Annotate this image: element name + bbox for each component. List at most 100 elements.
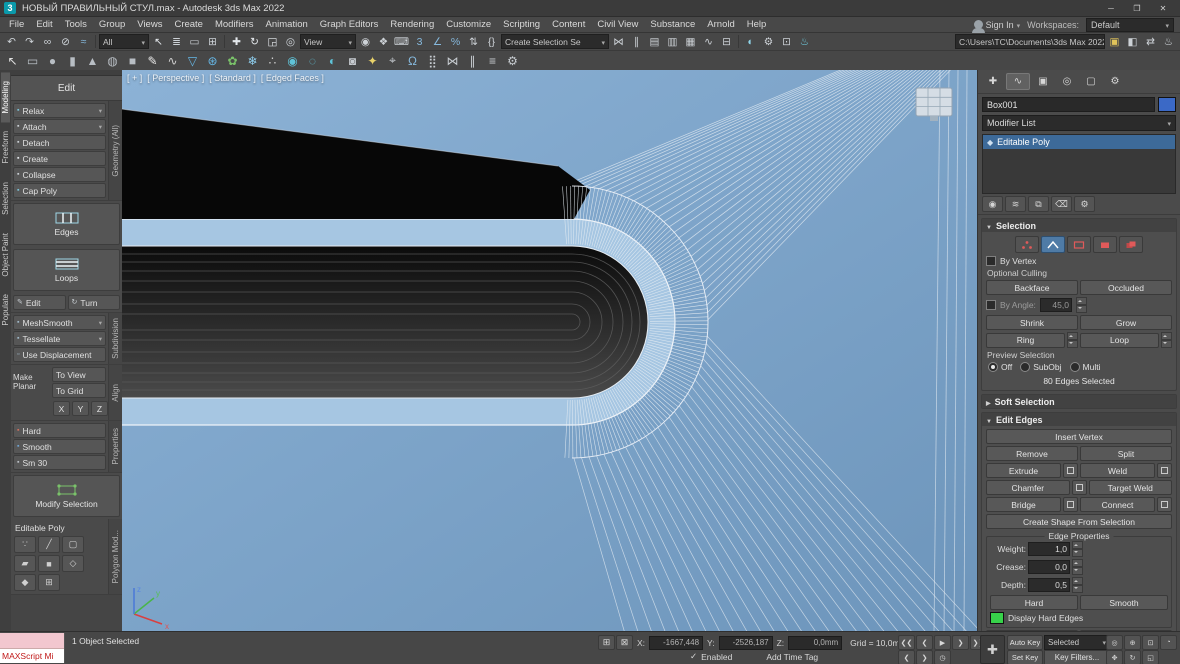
cone-primitive-icon[interactable]: ▲ [83, 52, 102, 69]
reference-coordinate-dropdown[interactable]: View [300, 34, 356, 49]
frame-step-forward-button[interactable]: ❯ [916, 650, 933, 664]
lattice-sphere-icon[interactable]: ◉ [283, 52, 302, 69]
named-selection-set-dropdown[interactable]: Create Selection Se [501, 34, 609, 49]
window-crossing-icon[interactable]: ⊞ [204, 34, 221, 49]
menu-help[interactable]: Help [741, 19, 773, 30]
chamfer-button[interactable]: Chamfer [986, 480, 1070, 495]
cylinder-primitive-icon[interactable]: ▮ [63, 52, 82, 69]
connect-settings-button[interactable] [1157, 497, 1172, 512]
select-and-place-icon[interactable]: ◎ [282, 34, 299, 49]
menu-content[interactable]: Content [546, 19, 591, 30]
flask-icon[interactable]: ▽ [183, 52, 202, 69]
hard-edge-color-swatch[interactable] [990, 612, 1004, 624]
rectangular-selection-icon[interactable]: ▭ [186, 34, 203, 49]
keyboard-override-icon[interactable]: ⌨ [393, 34, 410, 49]
use-pivot-center-icon[interactable]: ◉ [357, 34, 374, 49]
menu-substance[interactable]: Substance [644, 19, 701, 30]
align-tool-icon[interactable]: ∥ [463, 52, 482, 69]
absolute-mode-icon[interactable]: ⊞ [598, 635, 615, 650]
mirror-icon[interactable]: ⋈ [610, 34, 627, 49]
align-strip[interactable]: Align [108, 365, 122, 420]
crease-spinner[interactable] [1072, 559, 1083, 575]
ribbon-tab-object-paint[interactable]: Object Paint [1, 224, 10, 286]
time-configuration-icon[interactable]: ◷ [934, 650, 951, 664]
loop-spinner[interactable] [1161, 332, 1172, 348]
poly-element-icon[interactable]: ■ [38, 555, 60, 572]
align-icon[interactable]: ∥ [628, 34, 645, 49]
schematic-view-icon[interactable]: ⊟ [718, 34, 735, 49]
auto-key-button[interactable]: Auto Key [1007, 635, 1043, 650]
key-mode-dropdown[interactable]: Selected [1044, 635, 1110, 650]
weld-settings-button[interactable] [1157, 463, 1172, 478]
smooth-button[interactable]: ▪ Smooth [13, 439, 106, 454]
scatter-icon[interactable]: ∴ [263, 52, 282, 69]
viewport-general-menu[interactable]: [ + ] [127, 73, 142, 83]
edit-button[interactable]: ✎ Edit [13, 295, 66, 310]
toggle-layer-explorer-icon[interactable]: ▥ [664, 34, 681, 49]
menu-graph-editors[interactable]: Graph Editors [314, 19, 385, 30]
create-shape-button[interactable]: Create Shape From Selection [986, 514, 1172, 529]
create-tab[interactable]: ✚ [982, 74, 1004, 89]
ribbon-tab-freeform[interactable]: Freeform [1, 122, 10, 172]
object-color-swatch[interactable] [1158, 97, 1176, 112]
use-displacement-button[interactable]: ▫ Use Displacement [13, 347, 106, 362]
ribbon-tab-populate[interactable]: Populate [1, 285, 10, 335]
polygon-modeling-strip[interactable]: Polygon Mod... [108, 519, 122, 594]
hard-button[interactable]: ▪ Hard [13, 423, 106, 438]
poly-edge-icon[interactable]: ╱ [38, 536, 60, 553]
create-button[interactable]: ▪ Create [13, 151, 106, 166]
close-button[interactable]: ✕ [1150, 1, 1176, 16]
target-weld-button[interactable]: Target Weld [1089, 480, 1173, 495]
foliage-icon[interactable]: ✿ [223, 52, 242, 69]
poly-polygon-icon[interactable]: ▰ [14, 555, 36, 572]
camera-icon[interactable]: ◙ [343, 52, 362, 69]
menu-arnold[interactable]: Arnold [701, 19, 740, 30]
menu-views[interactable]: Views [131, 19, 168, 30]
element-subobject-icon[interactable] [1119, 236, 1143, 253]
mirror-tool-icon[interactable]: ⋈ [443, 52, 462, 69]
spinner-snap-icon[interactable]: ⇅ [465, 34, 482, 49]
backface-button[interactable]: Backface [986, 280, 1078, 295]
by-angle-field[interactable]: 45,0 [1040, 298, 1072, 312]
detach-button[interactable]: ▪ Detach [13, 135, 106, 150]
z-planar-button[interactable]: Z [91, 401, 108, 416]
redo-icon[interactable]: ↷ [21, 34, 38, 49]
zoom-icon[interactable]: ◎ [1106, 635, 1123, 650]
preview-off-radio[interactable]: Off [988, 362, 1012, 372]
polygon-subobject-icon[interactable] [1093, 236, 1117, 253]
perspective-viewport[interactable]: [ + ] [ Perspective ] [ Standard ] [ Edg… [122, 70, 978, 632]
shrink-button[interactable]: Shrink [986, 315, 1078, 330]
connect-button[interactable]: Connect [1080, 497, 1155, 512]
sign-in-button[interactable]: Sign In [974, 20, 1021, 30]
poly-border-icon[interactable]: ▢ [62, 536, 84, 553]
make-unique-icon[interactable]: ⧉ [1028, 196, 1049, 212]
configure-modifier-sets-icon[interactable]: ⚙ [1074, 196, 1095, 212]
poly-cage-icon[interactable]: ⊞ [38, 574, 60, 591]
rendered-frame-icon[interactable]: ⊡ [778, 34, 795, 49]
relax-button[interactable]: ▪ Relax ▾ [13, 103, 106, 118]
pin-stack-icon[interactable]: ◉ [982, 196, 1003, 212]
selection-filter-dropdown[interactable]: All [99, 34, 149, 49]
go-to-start-button[interactable]: ❮❮ [898, 635, 915, 650]
editable-poly-label[interactable]: Editable Poly [13, 521, 106, 534]
spline-icon[interactable]: ∿ [163, 52, 182, 69]
select-and-link-icon[interactable]: ∞ [39, 34, 56, 49]
menu-create[interactable]: Create [168, 19, 209, 30]
cap-poly-button[interactable]: ▪ Cap Poly [13, 183, 106, 198]
select-and-rotate-icon[interactable]: ↻ [246, 34, 263, 49]
menu-civil-view[interactable]: Civil View [591, 19, 644, 30]
frame-step-back-button[interactable]: ❮ [898, 650, 915, 664]
modifier-stack[interactable]: ◆ Editable Poly [982, 134, 1176, 194]
select-by-name-icon[interactable]: ≣ [168, 34, 185, 49]
menu-file[interactable]: File [3, 19, 30, 30]
angle-snap-icon[interactable]: ∠ [429, 34, 446, 49]
zoom-extents-icon[interactable]: ⊡ [1142, 635, 1159, 650]
maxscript-input-line[interactable]: MAXScript Mi [0, 649, 64, 663]
toggle-scene-explorer-icon[interactable]: ▤ [646, 34, 663, 49]
hierarchy-tab[interactable]: ▣ [1032, 74, 1054, 89]
to-grid-button[interactable]: To Grid [52, 383, 106, 398]
sphere-primitive-icon[interactable]: ● [43, 52, 62, 69]
modify-selection-tile-button[interactable]: Modify Selection [13, 475, 120, 517]
array-icon[interactable]: ⣿ [423, 52, 442, 69]
snowflake-icon[interactable]: ❄ [243, 52, 262, 69]
